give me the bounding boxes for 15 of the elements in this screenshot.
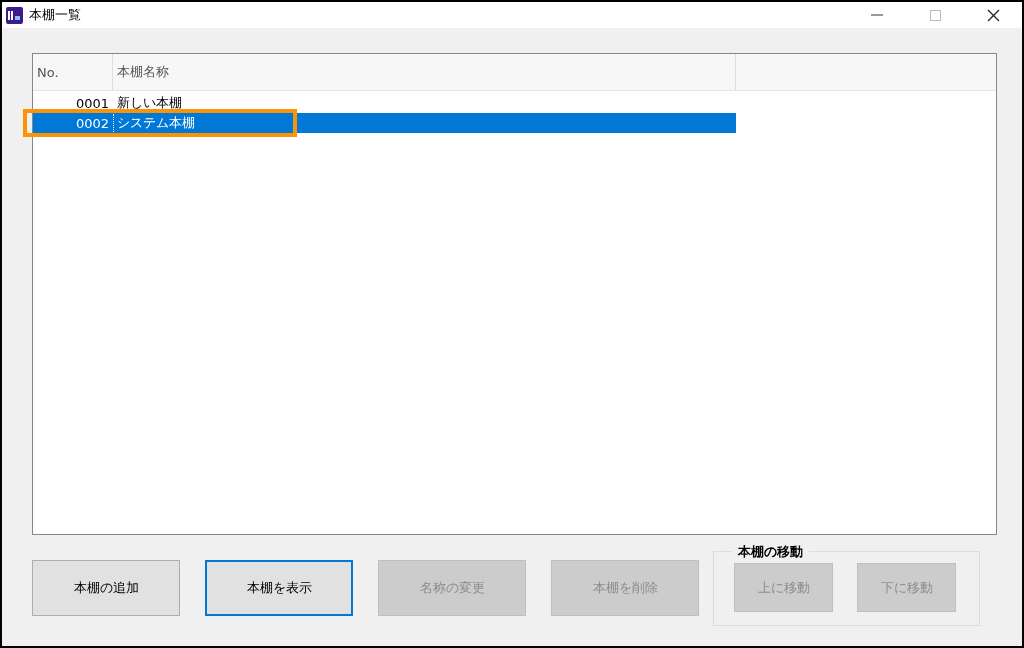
name-cell: システム本棚 — [113, 114, 195, 132]
minimize-icon[interactable] — [871, 14, 883, 16]
action-button[interactable]: 本棚を表示 — [205, 560, 353, 616]
app-icon — [6, 6, 23, 24]
list-row[interactable]: 0001 新しい本棚 — [33, 93, 736, 113]
column-header[interactable]: 本棚名称 — [113, 54, 736, 90]
number-cell-text: 0001 — [74, 95, 110, 111]
number-cell-text: 0002 — [74, 115, 110, 131]
action-button[interactable]: 本棚の追加 — [32, 560, 180, 616]
window-title: 本棚一覧 — [29, 6, 82, 24]
group-title: 本棚の移動 — [732, 543, 809, 561]
maximize-icon[interactable] — [929, 9, 941, 21]
name-cell-text: 新しい本棚 — [116, 94, 182, 112]
close-icon[interactable] — [986, 8, 1000, 22]
column-header[interactable]: No. — [33, 54, 113, 90]
